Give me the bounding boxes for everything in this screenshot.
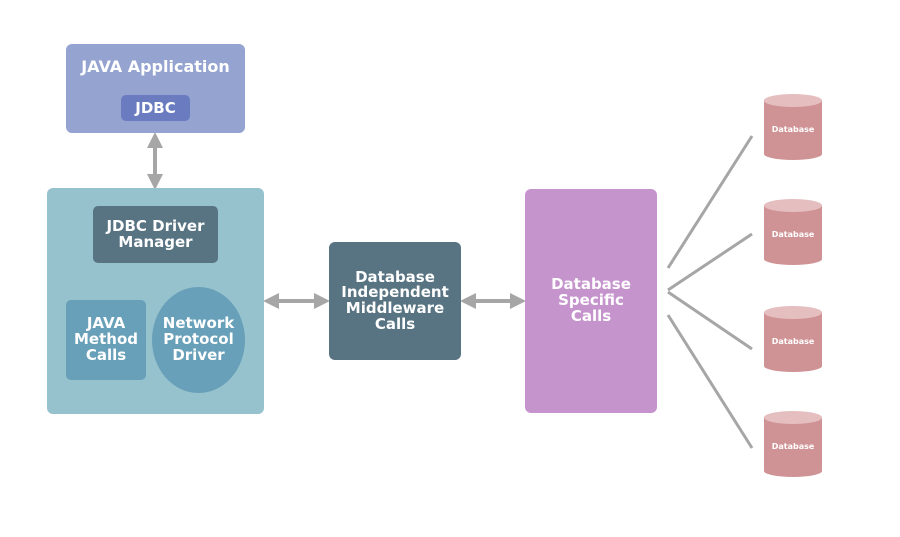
- jdbc-badge: JDBC: [121, 95, 190, 121]
- database-label: Database: [771, 337, 815, 346]
- line-to-database-3: [667, 290, 753, 351]
- line-to-database-1: [666, 135, 754, 269]
- line-to-database-4: [666, 314, 754, 449]
- database-label: Database: [771, 230, 815, 239]
- java-application-box: JAVA Application JDBC: [66, 44, 245, 133]
- database-icon: Database: [764, 94, 822, 166]
- database-specific-calls-box: Database Specific Calls: [525, 189, 657, 413]
- network-protocol-driver: Network Protocol Driver: [152, 287, 245, 393]
- java-application-title: JAVA Application: [81, 57, 230, 76]
- driver-container-box: JDBC Driver Manager JAVA Method Calls Ne…: [47, 188, 264, 414]
- database-label: Database: [771, 125, 815, 134]
- jdbc-driver-manager: JDBC Driver Manager: [93, 206, 218, 263]
- database-icon: Database: [764, 199, 822, 271]
- database-icon: Database: [764, 306, 822, 378]
- java-method-calls: JAVA Method Calls: [66, 300, 146, 380]
- line-to-database-2: [667, 232, 753, 292]
- database-icon: Database: [764, 411, 822, 483]
- database-label: Database: [771, 442, 815, 451]
- middleware-box: Database Independent Middleware Calls: [329, 242, 461, 360]
